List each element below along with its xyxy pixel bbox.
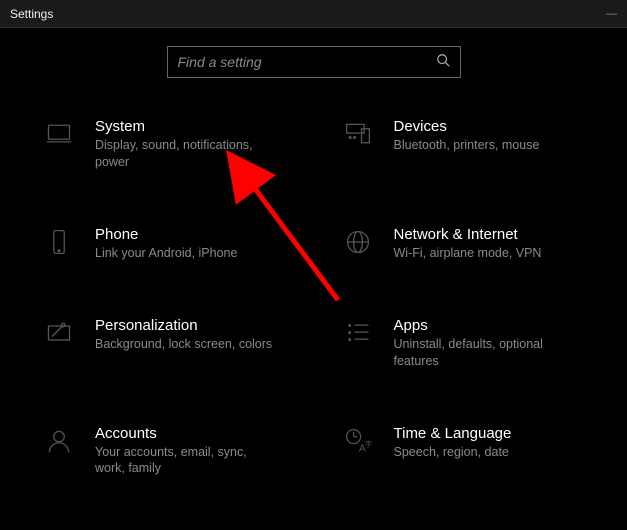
window-controls: —: [606, 8, 617, 20]
accounts-icon: [45, 427, 79, 461]
svg-text:字: 字: [365, 439, 372, 448]
window-title: Settings: [10, 7, 53, 21]
settings-grid: System Display, sound, notifications, po…: [0, 118, 627, 477]
tile-time-language[interactable]: A字 Time & Language Speech, region, date: [339, 425, 608, 478]
tile-title: Accounts: [95, 425, 309, 442]
tile-desc: Bluetooth, printers, mouse: [394, 137, 574, 154]
titlebar: Settings —: [0, 0, 627, 28]
tile-desc: Uninstall, defaults, optional features: [394, 336, 574, 370]
search-icon: [436, 53, 450, 72]
tile-network[interactable]: Network & Internet Wi-Fi, airplane mode,…: [339, 226, 608, 262]
tile-title: System: [95, 118, 309, 135]
search-container: [0, 46, 627, 78]
tile-desc: Background, lock screen, colors: [95, 336, 275, 353]
tile-title: Personalization: [95, 317, 309, 334]
tile-desc: Link your Android, iPhone: [95, 245, 275, 262]
tile-title: Apps: [394, 317, 608, 334]
tile-system[interactable]: System Display, sound, notifications, po…: [40, 118, 309, 171]
tile-personalization[interactable]: Personalization Background, lock screen,…: [40, 317, 309, 370]
apps-icon: [344, 319, 378, 353]
minimize-button[interactable]: —: [606, 8, 617, 20]
tile-desc: Display, sound, notifications, power: [95, 137, 275, 171]
tile-desc: Speech, region, date: [394, 444, 574, 461]
search-input[interactable]: [178, 54, 436, 70]
tile-desc: Your accounts, email, sync, work, family: [95, 444, 275, 478]
tile-desc: Wi-Fi, airplane mode, VPN: [394, 245, 574, 262]
tile-devices[interactable]: Devices Bluetooth, printers, mouse: [339, 118, 608, 171]
tile-title: Phone: [95, 226, 309, 243]
devices-icon: [344, 120, 378, 154]
phone-icon: [45, 228, 79, 262]
system-icon: [45, 120, 79, 154]
network-icon: [344, 228, 378, 262]
tile-title: Devices: [394, 118, 608, 135]
tile-title: Network & Internet: [394, 226, 608, 243]
tile-phone[interactable]: Phone Link your Android, iPhone: [40, 226, 309, 262]
search-box[interactable]: [167, 46, 461, 78]
tile-title: Time & Language: [394, 425, 608, 442]
personalization-icon: [45, 319, 79, 353]
time-language-icon: A字: [344, 427, 378, 461]
tile-accounts[interactable]: Accounts Your accounts, email, sync, wor…: [40, 425, 309, 478]
tile-apps[interactable]: Apps Uninstall, defaults, optional featu…: [339, 317, 608, 370]
